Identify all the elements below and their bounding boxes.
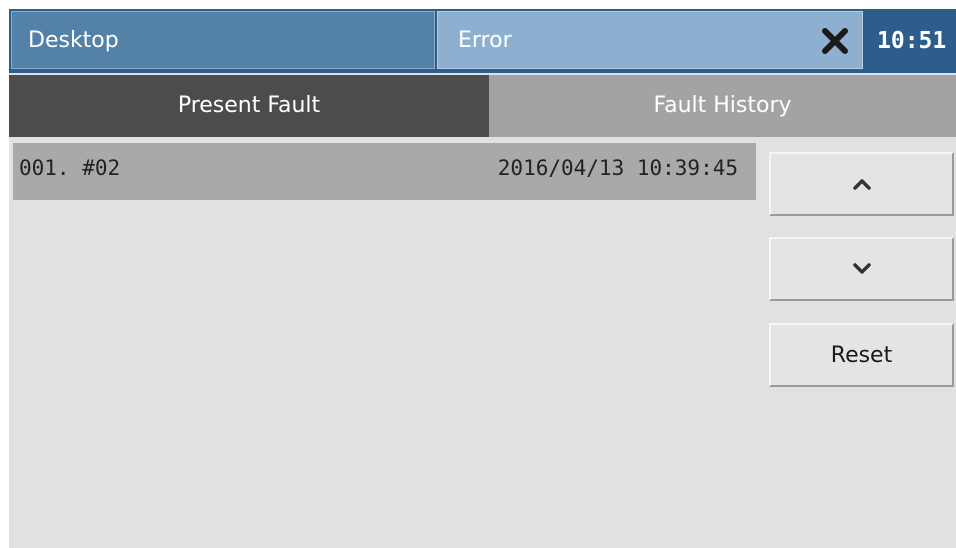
clock: 10:51 xyxy=(877,28,947,54)
tab-present-fault-label: Present Fault xyxy=(177,93,321,118)
scroll-up-button[interactable] xyxy=(769,152,954,216)
desktop-button[interactable]: Desktop xyxy=(11,11,435,69)
desktop-label: Desktop xyxy=(28,28,119,53)
tab-fault-history-label: Fault History xyxy=(653,93,792,118)
error-title-label: Error xyxy=(458,28,512,53)
hmi-screen: Desktop Error 10:51 Present Fault Fault … xyxy=(9,9,956,548)
fault-timestamp: 2016/04/13 10:39:45 xyxy=(497,156,738,180)
error-window-title: Error xyxy=(437,11,863,69)
fault-code: 001. #02 xyxy=(19,156,121,180)
reset-button[interactable]: Reset xyxy=(769,323,954,387)
reset-label: Reset xyxy=(830,342,893,368)
tab-fault-history[interactable]: Fault History xyxy=(489,75,956,137)
tab-present-fault[interactable]: Present Fault xyxy=(9,75,489,137)
chevron-down-icon xyxy=(852,263,871,274)
close-icon[interactable] xyxy=(820,26,850,56)
fault-list: 001. #02 2016/04/13 10:39:45 xyxy=(9,137,761,548)
scroll-down-button[interactable] xyxy=(769,237,954,301)
chevron-up-icon xyxy=(852,179,871,190)
title-bar: Desktop Error 10:51 xyxy=(9,9,956,73)
fault-row[interactable]: 001. #02 2016/04/13 10:39:45 xyxy=(13,143,756,200)
